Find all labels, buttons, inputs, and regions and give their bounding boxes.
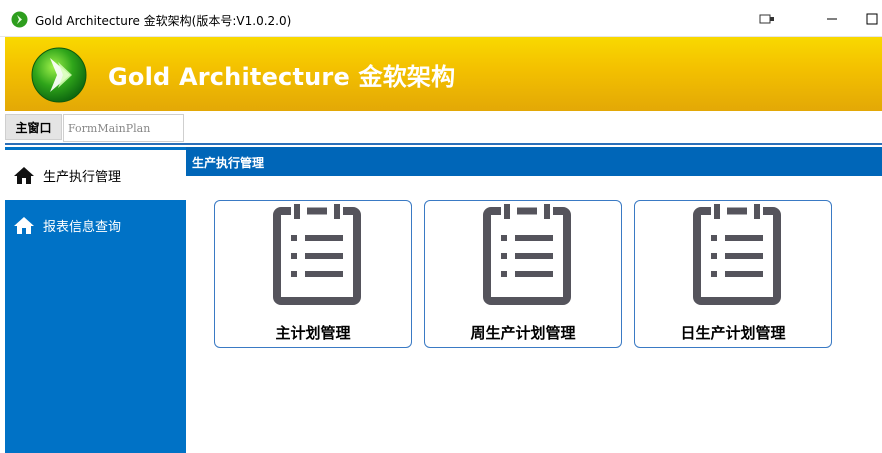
- clipboard-list-icon: [273, 203, 361, 305]
- window-titlebar: Gold Architecture 金软架构(版本号:V1.0.2.0): [0, 0, 882, 37]
- window-tab-bar: 主窗口 FormMainPlan: [5, 111, 882, 145]
- gold-architecture-logo-icon: [31, 47, 87, 103]
- snap-icon: [759, 14, 774, 24]
- card-label: 日生产计划管理: [680, 324, 786, 342]
- app-logo-icon: [11, 11, 28, 28]
- app-banner: Gold Architecture 金软架构: [5, 37, 882, 111]
- sidebar-item-label: 报表信息查询: [43, 219, 122, 235]
- card-daily-production-plan[interactable]: 日生产计划管理: [634, 200, 832, 348]
- home-icon: [14, 167, 34, 184]
- brand-title: Gold Architecture 金软架构: [108, 63, 456, 91]
- card-master-plan[interactable]: 主计划管理: [214, 200, 412, 348]
- sidebar-item-production-execution[interactable]: 生产执行管理: [5, 150, 186, 200]
- clipboard-list-icon: [483, 203, 571, 305]
- card-weekly-production-plan[interactable]: 周生产计划管理: [424, 200, 622, 348]
- home-icon: [14, 217, 34, 234]
- sidebar-item-report-query[interactable]: 报表信息查询: [5, 200, 186, 250]
- form-name-field[interactable]: FormMainPlan: [63, 114, 184, 142]
- sidebar: 生产执行管理 报表信息查询: [5, 147, 186, 453]
- maximize-icon: [866, 13, 878, 25]
- clipboard-list-icon: [693, 203, 781, 305]
- window-minimize-button[interactable]: [820, 8, 844, 30]
- sidebar-item-label: 生产执行管理: [43, 169, 122, 185]
- card-label: 主计划管理: [275, 324, 351, 342]
- section-title: 生产执行管理: [186, 147, 882, 176]
- card-label: 周生产计划管理: [470, 324, 576, 342]
- window-title: Gold Architecture 金软架构(版本号:V1.0.2.0): [35, 14, 292, 28]
- window-maximize-button[interactable]: [860, 8, 882, 30]
- window-snap-button[interactable]: [755, 8, 779, 30]
- minimize-icon: [827, 18, 837, 20]
- tab-main-window[interactable]: 主窗口: [5, 114, 62, 140]
